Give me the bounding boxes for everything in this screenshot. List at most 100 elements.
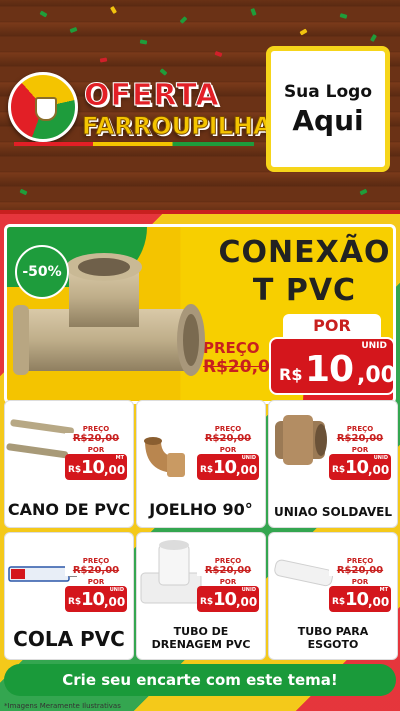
hero-unit: UNID	[361, 341, 387, 351]
confetti	[370, 33, 377, 43]
currency: R$	[332, 465, 346, 475]
confetti	[19, 188, 28, 196]
confetti	[110, 5, 117, 15]
confetti	[39, 10, 48, 18]
offers-panel: -50% CONEXÃO T PVC POR PREÇO R$20,00 UNI…	[0, 210, 400, 711]
confetti	[214, 50, 223, 58]
hero-old-price: R$20,00	[203, 357, 282, 377]
price-cents: ,00	[236, 595, 258, 609]
confetti	[250, 8, 257, 16]
por-label: POR	[351, 578, 369, 586]
por-label: POR	[219, 446, 237, 454]
hero-por-label: POR	[283, 314, 381, 338]
your-logo-line2: Aqui	[292, 103, 364, 137]
confetti	[339, 13, 348, 19]
price-int: 10	[81, 457, 105, 478]
por-label: POR	[87, 446, 105, 454]
currency: R$	[200, 465, 214, 475]
price-int: 10	[345, 457, 369, 478]
confetti	[299, 28, 308, 36]
flag-badge-icon	[8, 72, 78, 142]
price-tag: UNID R$ 10 ,00	[197, 586, 259, 612]
your-logo-box[interactable]: Sua Logo Aqui	[266, 46, 390, 172]
product-card-joelho[interactable]: PREÇO R$20,00 POR UNID R$ 10 ,00 JOELHO …	[136, 400, 266, 528]
hero-preco-label: PREÇO	[203, 339, 260, 357]
flyer: OFERTA FARROUPILHA Sua Logo Aqui -50% CO…	[0, 0, 400, 711]
hero-price-cents: ,00	[357, 363, 396, 388]
price-cents: ,00	[104, 463, 126, 477]
discount-badge: -50%	[15, 245, 69, 299]
currency: R$	[68, 465, 82, 475]
product-name: TUBO PARA ESGOTO	[269, 625, 397, 651]
price-tag: UNID R$ 10 ,00	[65, 586, 127, 612]
product-card-uniao[interactable]: PREÇO R$20,00 POR UNID R$ 10 ,00 UNIAO S…	[268, 400, 398, 528]
flag-stripe	[14, 142, 254, 146]
price-tag: UNID R$ 10 ,00	[329, 454, 391, 480]
product-name: TUBO DE DRENAGEM PVC	[137, 625, 265, 651]
price-box: PREÇO R$20,00 POR MT R$ 10 ,00	[65, 425, 127, 480]
old-price: R$20,00	[197, 565, 259, 576]
unit-label: MT	[379, 587, 388, 593]
product-card-cola[interactable]: PREÇO R$20,00 POR UNID R$ 10 ,00 COLA PV…	[4, 532, 134, 660]
preco-label: PREÇO	[82, 557, 110, 565]
preco-label: PREÇO	[346, 425, 374, 433]
product-name-line1: TUBO DE	[173, 625, 229, 638]
por-label: POR	[219, 578, 237, 586]
price-int: 10	[213, 457, 237, 478]
unit-label: UNID	[373, 455, 388, 461]
unit-label: UNID	[109, 587, 124, 593]
product-name: UNIAO SOLDAVEL	[274, 505, 392, 519]
hero-title-line2: T PVC	[252, 273, 357, 308]
hero-old-price-box: PREÇO R$20,00	[203, 339, 282, 385]
logo-title-line1: OFERTA	[84, 78, 220, 114]
confetti	[99, 57, 108, 63]
price-box: PREÇO R$20,00 POR UNID R$ 10 ,00	[197, 557, 259, 612]
oferta-logo: OFERTA FARROUPILHA	[8, 72, 272, 150]
price-cents: ,00	[236, 463, 258, 477]
price-box: PREÇO R$20,00 POR UNID R$ 10 ,00	[329, 425, 391, 480]
confetti	[359, 188, 368, 196]
create-flyer-button[interactable]: Crie seu encarte com este tema!	[4, 664, 396, 696]
hero-price-int: 10	[305, 349, 354, 390]
logo-title-line2: FARROUPILHA	[82, 112, 273, 141]
preco-label: PREÇO	[214, 425, 242, 433]
price-cents: ,00	[368, 595, 390, 609]
price-tag: MT R$ 10 ,00	[65, 454, 127, 480]
unit-label: UNID	[241, 455, 256, 461]
por-label: POR	[87, 578, 105, 586]
product-card-tubo-esgoto[interactable]: PREÇO R$20,00 POR MT R$ 10 ,00 TUBO PARA…	[268, 532, 398, 660]
currency: R$	[332, 597, 346, 607]
por-label: POR	[351, 446, 369, 454]
hero-price-tag: UNID R$ 10 ,00	[269, 337, 396, 395]
product-name-line1: TUBO PARA	[297, 625, 369, 638]
product-name-line2: DRENAGEM PVC	[151, 638, 251, 651]
product-card-tubo-drenagem[interactable]: PREÇO R$20,00 POR UNID R$ 10 ,00 TUBO DE…	[136, 532, 266, 660]
price-int: 10	[213, 589, 237, 610]
hero-offer[interactable]: -50% CONEXÃO T PVC POR PREÇO R$20,00 UNI…	[4, 224, 396, 404]
preco-label: PREÇO	[82, 425, 110, 433]
price-int: 10	[81, 589, 105, 610]
old-price: R$20,00	[65, 433, 127, 444]
old-price: R$20,00	[329, 565, 391, 576]
unit-label: UNID	[241, 587, 256, 593]
product-card-cano[interactable]: PREÇO R$20,00 POR MT R$ 10 ,00 CANO DE P…	[4, 400, 134, 528]
hero-title-line1: CONEXÃO	[218, 235, 391, 270]
price-box: PREÇO R$20,00 POR MT R$ 10 ,00	[329, 557, 391, 612]
crest-icon	[35, 97, 57, 121]
confetti	[139, 39, 148, 45]
your-logo-line1: Sua Logo	[283, 81, 373, 102]
price-tag: MT R$ 10 ,00	[329, 586, 391, 612]
confetti	[69, 26, 78, 34]
hero-currency: R$	[279, 365, 303, 384]
product-name: COLA PVC	[13, 627, 125, 651]
confetti	[179, 16, 188, 24]
price-cents: ,00	[104, 595, 126, 609]
old-price: R$20,00	[329, 433, 391, 444]
unit-label: MT	[115, 455, 124, 461]
price-int: 10	[345, 589, 369, 610]
currency: R$	[68, 597, 82, 607]
disclaimer-text: *Imagens Meramente Ilustrativas	[4, 702, 121, 710]
preco-label: PREÇO	[214, 557, 242, 565]
price-cents: ,00	[368, 463, 390, 477]
product-name: JOELHO 90°	[149, 500, 253, 519]
